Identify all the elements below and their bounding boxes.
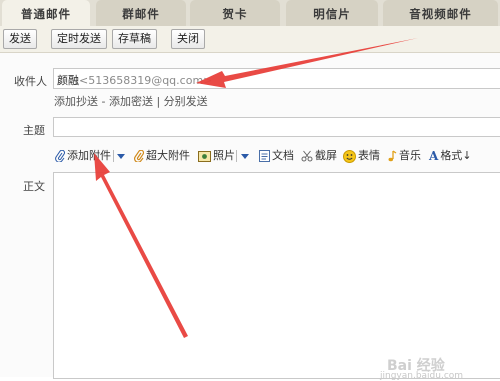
tab-greeting-card[interactable]: 贺卡 bbox=[190, 0, 280, 26]
tab-normal-mail[interactable]: 普通邮件 bbox=[2, 0, 90, 26]
smiley-icon bbox=[343, 149, 356, 163]
recipient-field[interactable]: 颜融<513658319@qq.com> bbox=[53, 68, 500, 89]
tab-av-mail[interactable]: 音视频邮件 bbox=[383, 0, 498, 26]
add-cc-link[interactable]: 添加抄送 bbox=[54, 95, 98, 108]
subject-label: 主题 bbox=[23, 124, 45, 137]
photo-icon bbox=[198, 150, 211, 162]
close-button[interactable]: 关闭 bbox=[171, 29, 205, 49]
send-button[interactable]: 发送 bbox=[3, 29, 37, 49]
separate-send-link[interactable]: 分别发送 bbox=[164, 95, 208, 108]
body-editor[interactable] bbox=[53, 172, 500, 379]
document-button[interactable]: 文档 bbox=[259, 148, 294, 164]
format-button[interactable]: A 格式↓ bbox=[429, 148, 472, 164]
paperclip-icon bbox=[55, 150, 65, 162]
add-attachment-button[interactable]: 添加附件 bbox=[55, 148, 111, 164]
subject-input[interactable] bbox=[53, 117, 500, 137]
recipient-email: <513658319@qq.com> bbox=[79, 74, 213, 87]
recipient-label: 收件人 bbox=[14, 75, 47, 88]
scheduled-send-button[interactable]: 定时发送 bbox=[51, 29, 107, 49]
format-toggle-icon: ↓ bbox=[462, 149, 472, 162]
screenshot-button[interactable]: 截屏 bbox=[301, 148, 337, 164]
large-attachment-button[interactable]: 超大附件 bbox=[134, 148, 190, 164]
attachment-dropdown-icon[interactable] bbox=[117, 154, 125, 159]
music-button[interactable]: 音乐 bbox=[387, 148, 421, 164]
recipient-name: 颜融 bbox=[57, 74, 79, 87]
body-label: 正文 bbox=[23, 180, 45, 193]
tab-postcard[interactable]: 明信片 bbox=[286, 0, 378, 26]
watermark-text: jingyan.baidu.com bbox=[380, 371, 464, 381]
document-icon bbox=[259, 150, 270, 162]
photos-button[interactable]: 照片 bbox=[198, 148, 235, 164]
recipient-links: 添加抄送 - 添加密送 | 分别发送 bbox=[54, 95, 208, 108]
emoticon-button[interactable]: 表情 bbox=[343, 148, 380, 164]
compose-form: 收件人 颜融<513658319@qq.com> 添加抄送 - 添加密送 | 分… bbox=[0, 53, 500, 381]
photos-dropdown-icon[interactable] bbox=[241, 154, 249, 159]
scissors-icon bbox=[301, 150, 313, 162]
tab-group-mail[interactable]: 群邮件 bbox=[96, 0, 186, 26]
paperclip-large-icon bbox=[134, 150, 144, 162]
add-bcc-link[interactable]: 添加密送 bbox=[109, 95, 153, 108]
save-draft-button[interactable]: 存草稿 bbox=[112, 29, 157, 49]
music-note-icon bbox=[388, 150, 397, 162]
compose-tabs: 普通邮件 群邮件 贺卡 明信片 音视频邮件 bbox=[0, 0, 500, 26]
font-a-icon: A bbox=[429, 149, 439, 163]
compose-toolbar: 发送 定时发送 存草稿 关闭 bbox=[0, 26, 500, 53]
